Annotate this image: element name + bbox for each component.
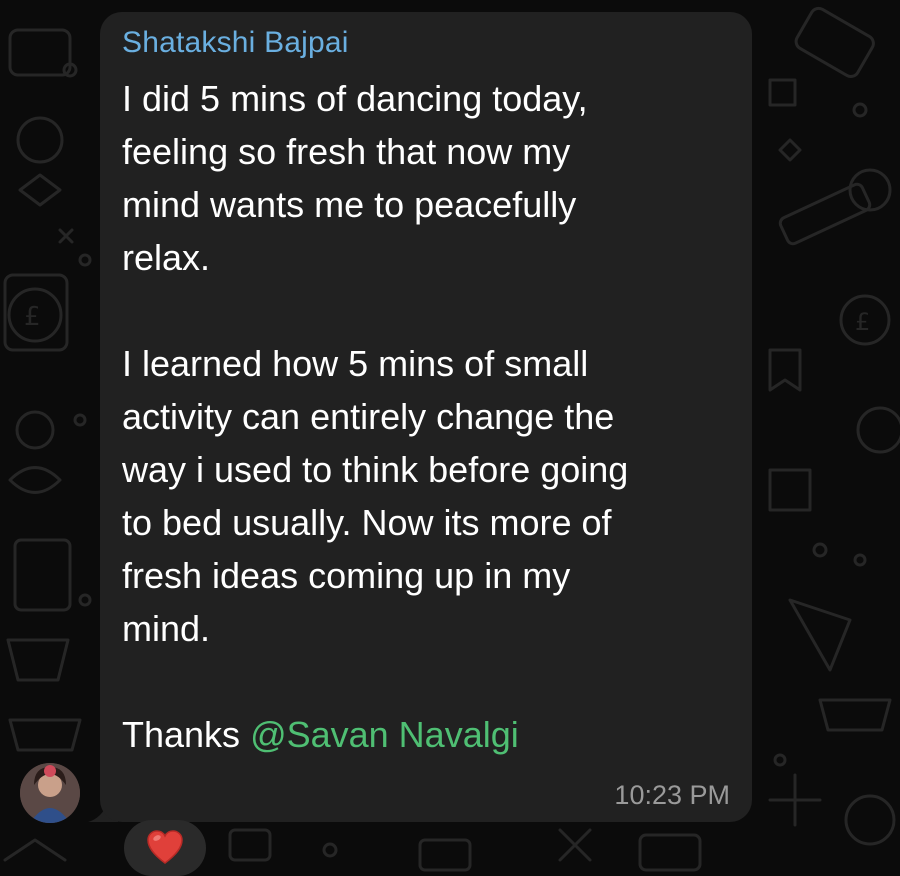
- chat-background: £ £ Shatakshi Bajpai I did 5 mins of dan…: [0, 0, 900, 876]
- svg-text:£: £: [855, 308, 870, 336]
- message-main-text: I did 5 mins of dancing today, feeling s…: [122, 78, 629, 649]
- mention-link[interactable]: @Savan Navalgi: [250, 714, 519, 755]
- avatar-image: [20, 763, 80, 823]
- sender-name[interactable]: Shatakshi Bajpai: [122, 26, 349, 60]
- svg-text:£: £: [24, 302, 41, 332]
- message-text: I did 5 mins of dancing today, feeling s…: [122, 72, 732, 761]
- reaction-pill[interactable]: [124, 820, 206, 876]
- thanks-text: Thanks: [122, 714, 251, 755]
- message-timestamp: 10:23 PM: [614, 780, 730, 810]
- avatar[interactable]: [20, 763, 80, 823]
- heart-emoji-icon: [147, 830, 183, 864]
